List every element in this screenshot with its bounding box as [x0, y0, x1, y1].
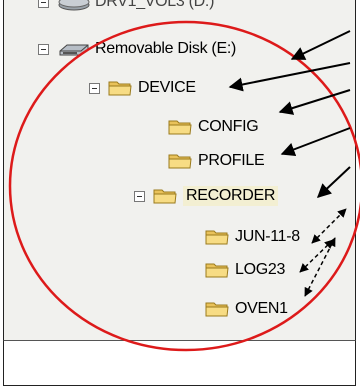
folder-icon: [108, 81, 132, 96]
folder-icon: [168, 120, 192, 135]
tree-item-label: JUN-11-8: [235, 228, 300, 245]
folder-icon: [168, 154, 192, 169]
minus-box-icon[interactable]: [134, 190, 145, 202]
folder-tree-pane: DRV1_VOL3 (D:) Removable Disk (E:) DEVIC…: [3, 0, 356, 341]
tree-item-removable-disk[interactable]: Removable Disk (E:): [38, 37, 236, 61]
tree-item-label: Removable Disk (E:): [95, 40, 237, 57]
tree-item-config[interactable]: CONFIG: [168, 115, 259, 139]
tree-item-device[interactable]: DEVICE: [89, 76, 196, 100]
plus-box-icon[interactable]: [38, 0, 49, 8]
minus-box-icon[interactable]: [38, 43, 49, 55]
tree-item-label: DEVICE: [138, 79, 196, 96]
tree-item-label: LOG23: [235, 261, 286, 278]
tree-item-oven[interactable]: OVEN1: [205, 297, 288, 321]
folder-icon: [153, 189, 177, 204]
removable-disk-icon: [59, 44, 89, 56]
tree-item-label: OVEN1: [235, 300, 288, 317]
tree-item-label: RECORDER: [183, 186, 279, 206]
tree-item-drv1[interactable]: DRV1_VOL3 (D:): [38, 0, 214, 14]
tree-item-label: CONFIG: [198, 118, 259, 135]
folder-icon: [205, 302, 229, 317]
tree-item-jun[interactable]: JUN-11-8: [205, 225, 300, 249]
drive-icon: [58, 0, 90, 11]
tree-item-log[interactable]: LOG23: [205, 258, 285, 282]
tree-item-label: DRV1_VOL3 (D:): [95, 0, 215, 10]
tree-item-recorder[interactable]: RECORDER: [134, 184, 279, 208]
tree-item-label: PROFILE: [198, 152, 265, 169]
folder-icon: [205, 230, 229, 245]
tree-item-profile[interactable]: PROFILE: [168, 149, 265, 173]
folder-icon: [205, 263, 229, 278]
minus-box-icon[interactable]: [89, 82, 100, 94]
